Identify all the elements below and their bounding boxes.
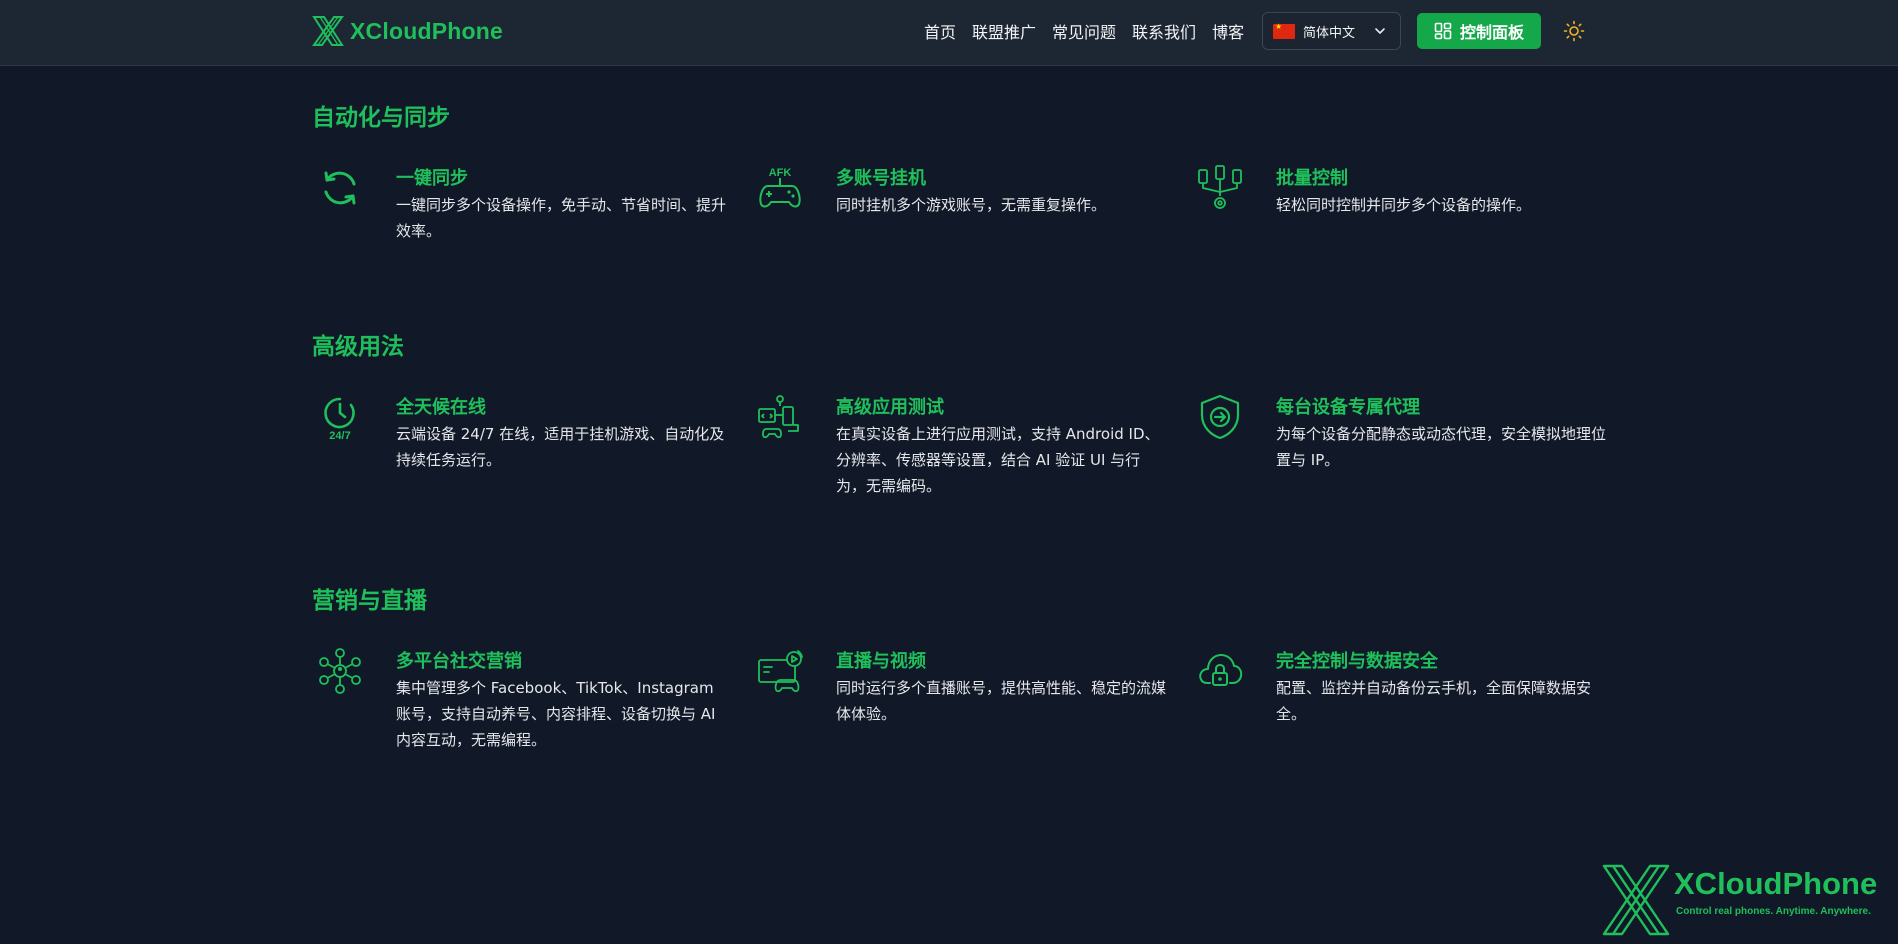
nav-affiliate[interactable]: 联盟推广 — [972, 19, 1036, 43]
section-title-automation: 自动化与同步 — [312, 105, 450, 131]
shield-proxy-icon — [1200, 394, 1240, 440]
watermark-name: XCloudPhone — [1674, 866, 1878, 901]
live-stream-icon — [758, 650, 803, 693]
feature-description: 为每个设备分配静态或动态代理，安全模拟地理位置与 IP。 — [1276, 425, 1607, 469]
watermark-tagline: Control real phones. Anytime. Anywhere. — [1676, 906, 1871, 917]
cloud-lock-icon — [1199, 654, 1243, 686]
feature-title: 每台设备专属代理 — [1276, 397, 1420, 418]
section-title-marketing: 营销与直播 — [312, 588, 427, 614]
china-flag-icon — [1273, 22, 1295, 39]
nav-faq[interactable]: 常见问题 — [1052, 19, 1116, 43]
language-select[interactable]: 简体中文 — [1262, 12, 1401, 50]
sync-icon — [324, 171, 356, 205]
svg-text:24/7: 24/7 — [329, 430, 350, 441]
section-title-advanced: 高级用法 — [312, 334, 404, 360]
batch-control-icon — [1198, 165, 1242, 209]
feature-description: 同时挂机多个游戏账号，无需重复操作。 — [836, 196, 1107, 214]
feature-title: 批量控制 — [1276, 168, 1348, 189]
app-testing-icon — [758, 395, 799, 439]
svg-text:AFK: AFK — [769, 167, 792, 179]
top-header: XCloudPhone 首页 联盟推广 常见问题 联系我们 博客 简体中文 控制… — [0, 0, 1898, 66]
feature-title: 直播与视频 — [836, 651, 926, 672]
nav-home[interactable]: 首页 — [924, 19, 956, 43]
brand-name: XCloudPhone — [350, 17, 503, 44]
feature-description: 集中管理多个 Facebook、TikTok、Instagram 账号，支持自动… — [396, 679, 716, 749]
dashboard-button[interactable]: 控制面板 — [1417, 13, 1541, 49]
dashboard-grid-icon — [1434, 22, 1452, 40]
feature-title: 一键同步 — [396, 168, 468, 189]
feature-title: 高级应用测试 — [836, 397, 944, 418]
social-network-icon — [319, 648, 361, 694]
feature-description: 配置、监控并自动备份云手机，全面保障数据安全。 — [1276, 679, 1592, 723]
clock-24-7-icon: 24/7 — [324, 397, 355, 441]
sun-icon[interactable] — [1563, 20, 1585, 42]
brand-logo-link[interactable]: XCloudPhone — [312, 14, 503, 48]
feature-description: 一键同步多个设备操作，免手动、节省时间、提升效率。 — [396, 196, 727, 240]
feature-title: 多平台社交营销 — [396, 651, 522, 672]
xcloudphone-logo-icon — [312, 16, 344, 46]
nav-blog[interactable]: 博客 — [1212, 19, 1244, 43]
main-nav: 首页 联盟推广 常见问题 联系我们 博客 — [924, 18, 1260, 44]
nav-contact[interactable]: 联系我们 — [1132, 19, 1196, 43]
feature-title: 全天候在线 — [396, 397, 486, 418]
feature-title: 完全控制与数据安全 — [1276, 651, 1438, 672]
feature-description: 轻松同时控制并同步多个设备的操作。 — [1276, 196, 1532, 214]
afk-gamepad-icon: AFK — [759, 167, 801, 208]
feature-title: 多账号挂机 — [836, 168, 926, 189]
feature-description: 同时运行多个直播账号，提供高性能、稳定的流媒体体验。 — [836, 679, 1167, 723]
feature-description: 云端设备 24/7 在线，适用于挂机游戏、自动化及持续任务运行。 — [396, 425, 725, 469]
chevron-down-icon — [1375, 28, 1385, 34]
feature-description: 在真实设备上进行应用测试，支持 Android ID、分辨率、传感器等设置，结合… — [836, 425, 1160, 495]
language-label: 简体中文 — [1303, 25, 1356, 41]
watermark-logo: XCloudPhone Control real phones. Anytime… — [1602, 864, 1892, 938]
dashboard-label: 控制面板 — [1459, 23, 1524, 42]
xcloudphone-watermark-icon — [1602, 864, 1670, 936]
